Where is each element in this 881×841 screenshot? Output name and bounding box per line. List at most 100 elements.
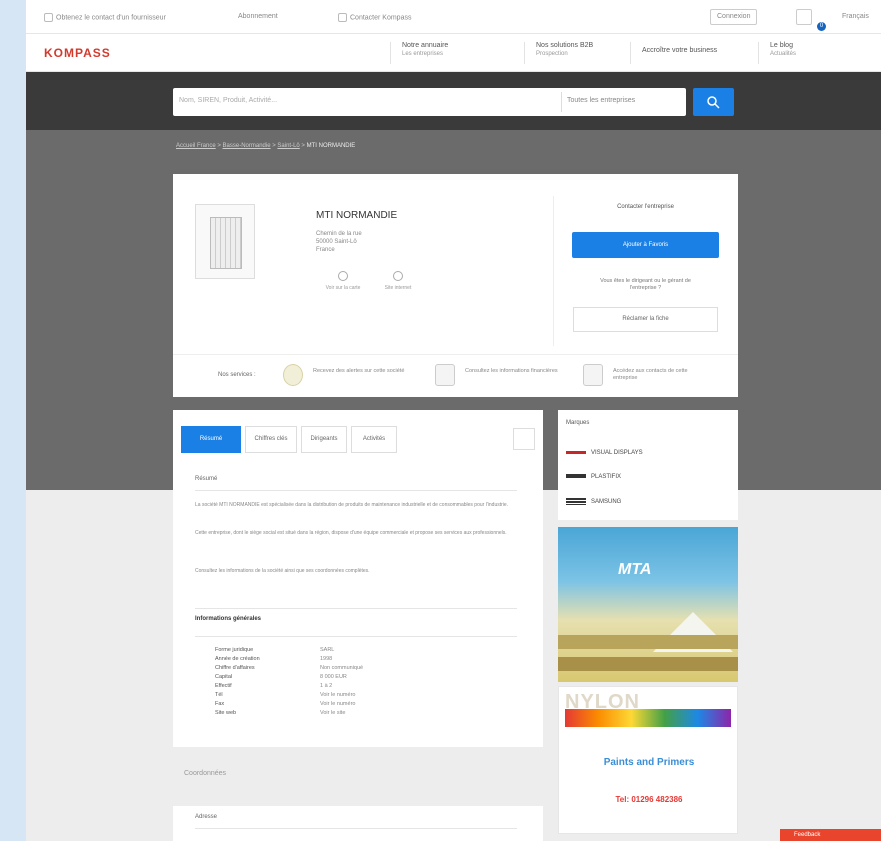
kompass-logo[interactable]: KOMPASS [44, 46, 111, 60]
service-item[interactable]: Consultez les informations financières [465, 368, 565, 375]
search-button[interactable] [693, 88, 734, 116]
expand-icon[interactable] [513, 428, 535, 450]
company-address: Chemin de la rue 50000 Saint-Lô France [316, 230, 362, 254]
action-label: Voir sur la carte [325, 285, 361, 291]
company-card: MTI NORMANDIE Chemin de la rue 50000 Sai… [173, 174, 738, 397]
services-label: Nos services : [218, 372, 256, 378]
brand-item[interactable]: SAMSUNG [566, 498, 621, 505]
utility-link-contact[interactable]: Contacter Kompass [338, 13, 411, 22]
nav-business[interactable]: Accroître votre business [642, 46, 717, 55]
brand-logo-icon [566, 450, 586, 454]
brand-logo-icon [566, 474, 586, 479]
nav-label: Accroître votre business [642, 47, 718, 54]
utility-link-subscription[interactable]: Abonnement [238, 13, 278, 20]
cart-button[interactable] [796, 9, 812, 25]
owner-question: Vous êtes le dirigeant ou le gérant de l… [600, 278, 691, 291]
claim-button[interactable]: Réclamer la fiche [573, 307, 718, 332]
map-action[interactable]: Voir sur la carte [318, 271, 368, 291]
breadcrumb: Accueil France > Basse-Normandie > Saint… [176, 143, 356, 149]
card-divider [553, 196, 554, 346]
info-row: Année de création 1998 [215, 655, 332, 664]
address-line: 50000 Saint-Lô [316, 239, 357, 245]
info-key: Forme juridique [215, 647, 254, 653]
brand-name: VISUAL DISPLAYS [591, 450, 643, 456]
info-row: Capital 8 000 EUR [215, 673, 347, 682]
summary-paragraph: Cette entreprise, dont le siège social e… [195, 530, 507, 536]
add-favorite-button[interactable]: Ajouter à Favoris [572, 232, 719, 258]
brand-name: PLASTIFIX [591, 474, 622, 480]
nav-directory[interactable]: Notre annuaire Les entreprises [402, 41, 448, 59]
utility-bar: Obtenez le contact d'un fournisseur Abon… [26, 0, 881, 34]
services-strip: Nos services : Recevez des alertes sur c… [173, 354, 738, 397]
feedback-button[interactable]: Feedback [780, 829, 881, 841]
nav-divider [390, 42, 391, 64]
info-value: 1998 [320, 656, 333, 662]
coordinates-heading: Coordonnées [184, 770, 227, 777]
search-input[interactable]: Nom, SIREN, Produit, Activité... [179, 97, 277, 104]
feedback-label: Feedback [794, 832, 821, 838]
document-icon [435, 364, 455, 386]
nav-divider [630, 42, 631, 64]
info-key: Site web [215, 710, 237, 716]
info-row: Tél Voir le numéro [215, 691, 355, 700]
tab-activities[interactable]: Activités [351, 426, 397, 453]
page: Obtenez le contact d'un fournisseur Abon… [26, 0, 881, 841]
nav-blog[interactable]: Le blog Actualités [770, 41, 796, 59]
nylon-advert[interactable]: NYLON Paints and Primers Tel: 01296 4823… [558, 686, 738, 834]
tab-managers[interactable]: Dirigeants [301, 426, 347, 453]
tab-summary[interactable]: Résumé [181, 426, 241, 453]
address-card: Adresse [173, 806, 543, 841]
search-scope-select[interactable]: Toutes les entreprises [567, 97, 635, 104]
service-item[interactable]: Accédez aux contacts de cette entreprise [613, 368, 713, 382]
info-value[interactable]: Voir le numéro [320, 700, 355, 709]
info-value: Non communiqué [320, 665, 364, 671]
brand-item[interactable]: PLASTIFIX [566, 474, 621, 480]
brands-title: Marques [566, 420, 590, 426]
summary-paragraph: Consultez les informations de la société… [195, 568, 370, 574]
nav-label: Le blog [770, 42, 793, 49]
info-value[interactable]: Voir le site [320, 709, 345, 718]
address-line: France [316, 247, 335, 253]
breadcrumb-link[interactable]: Saint-Lô [277, 143, 299, 149]
nav-divider [524, 42, 525, 64]
contact-title: Contacter l'entreprise [617, 204, 674, 210]
phone-icon [338, 13, 347, 22]
info-value[interactable]: Voir le numéro [320, 691, 355, 700]
info-row: Fax Voir le numéro [215, 700, 355, 709]
search-icon [707, 96, 720, 109]
summary-paragraph: La société MTI NORMANDIE est spécialisée… [195, 502, 509, 508]
info-row: Effectif 1 à 2 [215, 682, 332, 691]
info-value: 1 à 2 [320, 683, 333, 689]
breadcrumb-link[interactable]: Accueil France [176, 143, 216, 149]
info-key: Effectif [215, 683, 232, 689]
language-selector[interactable]: Français [842, 13, 869, 20]
info-row: Forme juridique SARL [215, 646, 334, 655]
breadcrumb-link[interactable]: Basse-Normandie [223, 143, 271, 149]
company-image [195, 204, 255, 279]
search-divider [561, 92, 562, 112]
advert-phone: Tel: 01296 482386 [615, 795, 683, 804]
info-value: SARL [320, 647, 335, 653]
advert-headline: Paints and Primers [603, 757, 695, 768]
nav-divider [758, 42, 759, 64]
tab-key-figures[interactable]: Chiffres clés [245, 426, 297, 453]
brand-logo-icon [566, 498, 586, 505]
service-item[interactable]: Recevez des alertes sur cette société [313, 368, 413, 375]
brands-panel: Marques VISUAL DISPLAYS PLASTIFIX SAMSUN… [558, 410, 738, 520]
website-action[interactable]: Site internet [373, 271, 423, 291]
mta-logo: MTA [618, 561, 652, 578]
nav-solutions[interactable]: Nos solutions B2B Prospection [536, 41, 593, 59]
nav-sub: Les entreprises [402, 51, 444, 57]
action-label: Site internet [384, 285, 412, 291]
nav-label: Notre annuaire [402, 42, 449, 49]
general-info-heading: Informations générales [195, 616, 262, 622]
globe-icon [393, 271, 403, 281]
info-key: Tél [215, 692, 223, 698]
search-bar: Nom, SIREN, Produit, Activité... Toutes … [173, 88, 686, 116]
login-button[interactable]: Connexion [710, 9, 758, 25]
utility-phone[interactable]: Obtenez le contact d'un fournisseur [44, 13, 166, 22]
brand-item[interactable]: VISUAL DISPLAYS [566, 450, 643, 456]
mta-advert[interactable]: MTA [558, 527, 738, 682]
info-key: Fax [215, 701, 225, 707]
divider [195, 636, 517, 637]
